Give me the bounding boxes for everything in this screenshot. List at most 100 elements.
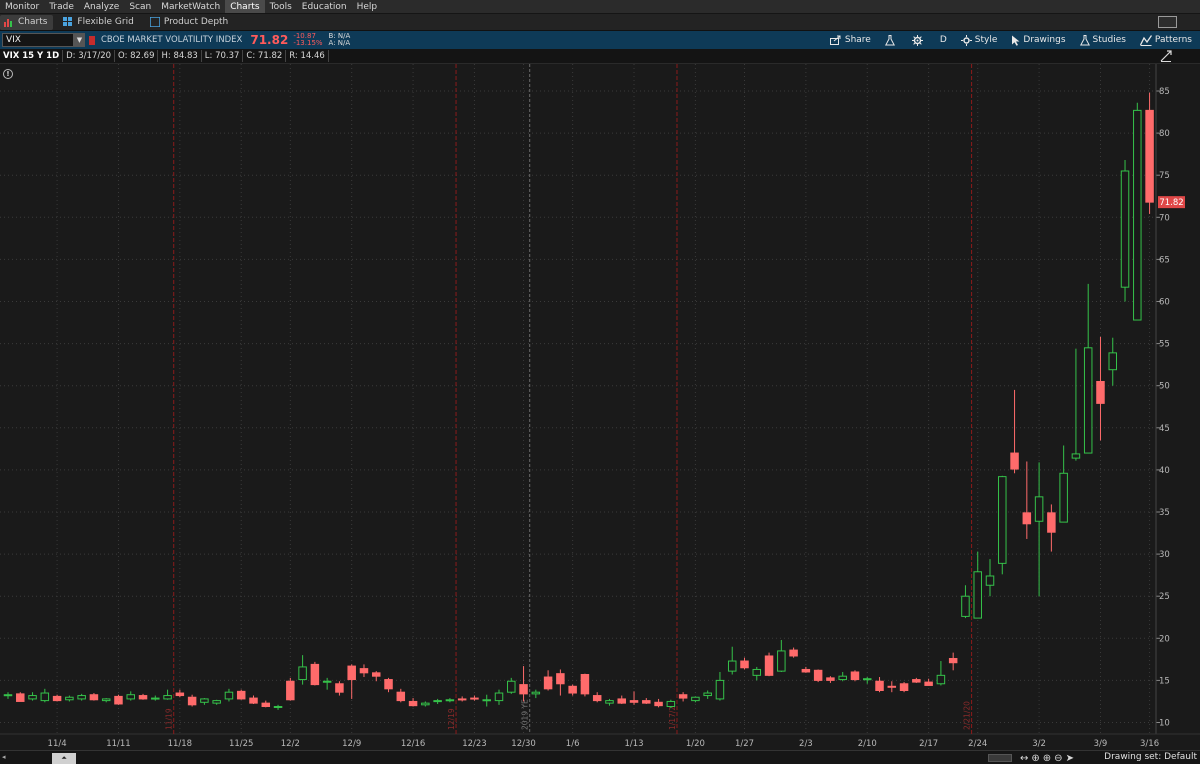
y-tick-label: 20 [1159,634,1170,644]
x-tick-label: 2/24 [968,739,987,749]
drawings-button[interactable]: Drawings [1011,35,1066,46]
menu-item-education[interactable]: Education [297,0,352,13]
style-icon [960,34,972,46]
menu-item-charts[interactable]: Charts [225,0,265,13]
scroll-left-icon[interactable]: ◂ [2,753,6,761]
candle-body [40,692,50,702]
studies-label: Studies [1092,35,1126,45]
candle-body [875,680,884,692]
candle-body [936,674,946,685]
x-tick-label: 12/2 [281,739,300,749]
candle-body [789,649,798,657]
candle-body [433,700,442,703]
x-tick-label: 2/17 [919,739,938,749]
collapse-panel-button[interactable]: ⏶ [52,753,76,764]
pan-arrows-icon[interactable]: ↔ [1020,753,1028,764]
candle-body [261,702,271,708]
menu-item-tools[interactable]: Tools [265,0,297,13]
window-layout-icon[interactable] [1158,16,1177,28]
studies-button[interactable]: Studies [1079,34,1126,46]
info-open: O: 82.69 [115,50,159,62]
separator-label: 2/21/20 [963,701,972,730]
patterns-button[interactable]: Patterns [1139,34,1192,46]
candle-body [777,650,786,672]
cursor-icon[interactable]: ➤ [1066,753,1074,764]
x-tick-label: 11/11 [106,739,131,749]
tab-product-depth[interactable]: Product Depth [146,15,234,30]
menu-item-scan[interactable]: Scan [124,0,156,13]
tab-charts[interactable]: Charts [0,14,54,30]
candle-body [617,698,626,704]
candle-down [850,670,860,682]
candle-body [470,697,479,700]
menu-item-marketwatch[interactable]: MarketWatch [156,0,225,13]
candle-body [1145,109,1154,203]
candle-body [863,678,872,681]
depth-icon [149,17,160,27]
candle-body [1071,453,1081,459]
candle-body [187,696,197,706]
candle-body [592,695,602,702]
zoom-controls: ↔ ⊕ ⊕ ⊖ ➤ [1020,751,1077,764]
candle-body [556,673,565,685]
candle-body [973,571,982,619]
candle-down [764,652,774,677]
candle-body [286,680,295,701]
symbol-dropdown-icon[interactable]: ▼ [74,33,85,47]
chart-title[interactable]: VIX 15 Y 1D [0,50,64,62]
settings-button[interactable] [911,34,926,46]
ohlc-info-bar: VIX 15 Y 1D D: 3/17/20 O: 82.69 H: 84.83… [0,49,1200,64]
percent-change: -13.15% [293,39,323,47]
candle-body [28,695,37,700]
style-button[interactable]: Style [960,34,998,46]
x-tick-label: 3/9 [1094,739,1108,749]
menu-bar: Monitor Trade Analyze Scan MarketWatch Charts… [0,0,1200,14]
x-tick-label: 11/25 [229,739,254,749]
candle-body [740,660,749,669]
aggregation-button[interactable]: D [940,35,947,45]
candle-body [1133,109,1142,321]
patterns-icon [1139,34,1152,46]
price-chart[interactable]: 10 15 20 25 30 35 40 45 50 55 60 65 70 75 80 85 11/4 11/1… [0,64,1200,750]
patterns-label: Patterns [1154,35,1192,45]
x-tick-label: 12/16 [401,739,426,749]
candle-body [998,476,1007,564]
candle-body [568,685,577,694]
candle-down [310,661,320,686]
chart-background [0,64,1200,750]
menu-item-analyze[interactable]: Analyze [79,0,124,13]
symbol-input[interactable] [2,33,74,47]
gear-icon [911,34,923,46]
flag-icon[interactable] [89,35,95,45]
zoom-out-icon[interactable]: ⊖ [1054,753,1062,764]
candle-body [114,695,123,705]
zoom-fit-icon[interactable] [1160,50,1172,62]
drawing-set-label[interactable]: Drawing set: Default [1104,752,1197,762]
bid-ask: B: N/A A: N/A [329,33,351,47]
candle-body [924,681,933,686]
candle-body [335,683,344,693]
x-tick-label: 1/27 [735,739,754,749]
last-price: 71.82 [250,33,289,47]
menu-item-monitor[interactable]: Monitor [0,0,44,13]
candle-body [3,694,13,697]
crosshair-icon[interactable]: ⊕ [1031,753,1039,764]
share-button[interactable]: Share [829,35,871,45]
candle-body [372,672,381,677]
candle-body [200,698,209,703]
zoom-in-icon[interactable]: ⊕ [1043,753,1051,764]
chart-scrollbar[interactable] [988,754,1012,762]
alert-icon[interactable]: ! [3,69,13,79]
candle-body [359,668,369,674]
menu-item-help[interactable]: Help [352,0,383,13]
candle-body [850,671,860,681]
tab-flexible-grid[interactable]: Flexible Grid [59,15,139,30]
y-tick-label: 85 [1159,87,1170,97]
flask-button[interactable] [884,34,898,46]
style-label: Style [974,35,998,45]
separator-label: 11/19 [165,708,174,730]
menu-item-trade[interactable]: Trade [44,0,79,13]
candle-down [899,682,909,693]
symbol-description: CBOE MARKET VOLATILITY INDEX [101,35,243,45]
candle-body [1120,170,1130,288]
